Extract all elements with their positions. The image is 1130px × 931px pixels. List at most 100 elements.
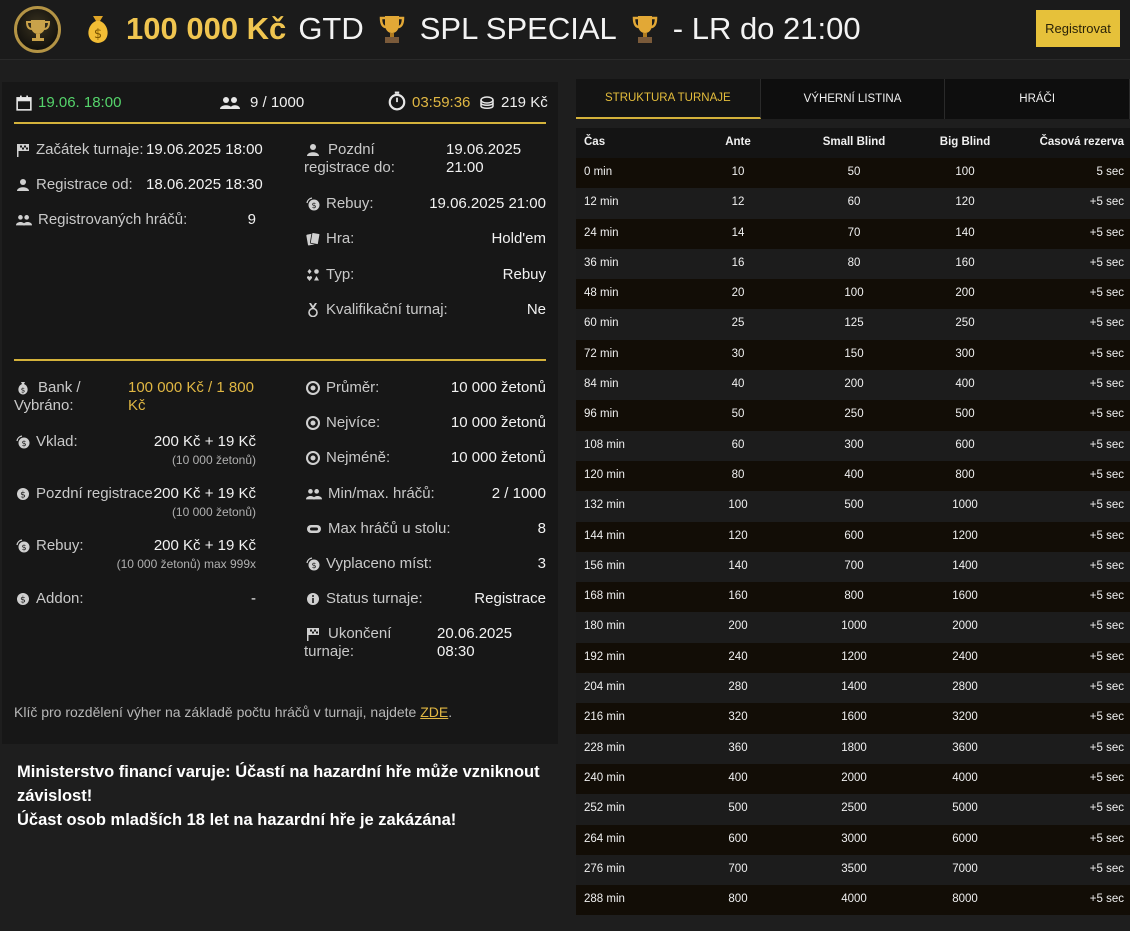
- coin-stack-icon: [480, 95, 494, 109]
- table-cell: 144 min: [584, 529, 625, 542]
- gtd-label: GTD: [298, 11, 364, 46]
- table-cell: 5 sec: [1096, 166, 1125, 178]
- table-row: 288 min 800 4000 8000 +5 sec: [576, 885, 1130, 916]
- bank-label: Bank / Vybráno:: [14, 379, 81, 414]
- table-cell: 600: [728, 832, 748, 845]
- table-cell: 120 min: [584, 468, 625, 481]
- table-cell: 216 min: [584, 711, 625, 724]
- rebuy-deadline-row: $ Rebuy:: [306, 195, 374, 213]
- table-cell: 84 min: [584, 378, 619, 391]
- table-cell: 160: [728, 590, 748, 603]
- table-cell: +5 sec: [1089, 771, 1124, 784]
- table-cell: +5 sec: [1089, 378, 1124, 391]
- trophy-logo-icon: [14, 6, 61, 53]
- table-cell: +5 sec: [1089, 287, 1124, 300]
- table-row: 144 min 120 600 1200 +5 sec: [576, 521, 1130, 552]
- game-value: Hold'em: [491, 230, 546, 247]
- tab-payouts[interactable]: VÝHERNÍ LISTINA: [760, 79, 946, 119]
- registration-from-row: Registrace od:: [16, 176, 133, 194]
- table-cell: 48 min: [584, 287, 619, 300]
- table-cell: +5 sec: [1089, 468, 1124, 481]
- table-row: 276 min 700 3500 7000 +5 sec: [576, 854, 1130, 886]
- svg-text:$: $: [311, 561, 316, 570]
- table-row: 108 min 60 300 600 +5 sec: [576, 430, 1130, 461]
- card-suits-icon: [306, 269, 319, 281]
- table-cell: 168 min: [584, 590, 625, 603]
- start-row: Začátek turnaje:: [16, 141, 144, 159]
- table-row: 168 min 160 800 1600 +5 sec: [576, 582, 1130, 613]
- trophy-icon: [376, 12, 408, 46]
- table-cell: 36 min: [584, 256, 619, 269]
- table-cell: 70: [847, 226, 861, 239]
- table-cell: 12 min: [584, 196, 619, 209]
- table-row: 180 min 200 1000 2000 +5 sec: [576, 612, 1130, 643]
- table-cell: 800: [728, 893, 748, 906]
- registered-players-value: 9: [247, 211, 256, 228]
- table-cell: +5 sec: [1089, 438, 1124, 451]
- table-cell: 100: [955, 166, 975, 178]
- register-button[interactable]: Registrovat: [1036, 10, 1120, 47]
- table-cell: +5 sec: [1089, 681, 1124, 694]
- table-cell: 125: [844, 317, 864, 330]
- table-cell: 204 min: [584, 681, 625, 694]
- stat-table-value: 8: [537, 520, 546, 537]
- table-cell: +5 sec: [1089, 862, 1124, 875]
- table-cell: 50: [847, 166, 861, 178]
- table-cell: 2400: [952, 650, 978, 663]
- table-cell: 3200: [952, 711, 978, 724]
- start-date: 19.06. 18:00: [16, 94, 121, 111]
- cards-icon: [306, 232, 320, 246]
- poker-table-icon: [307, 525, 321, 533]
- table-cell: +5 sec: [1089, 317, 1124, 330]
- table-cell: 80: [731, 468, 745, 481]
- table-cell: 250: [844, 408, 864, 421]
- table-cell: 60 min: [584, 317, 619, 330]
- table-cell: 6000: [952, 832, 978, 845]
- tab-structure[interactable]: STRUKTURA TURNAJE: [576, 79, 761, 119]
- table-cell: +5 sec: [1089, 741, 1124, 754]
- table-row: 264 min 600 3000 6000 +5 sec: [576, 824, 1130, 855]
- rebuy-deadline-value: 19.06.2025 21:00: [429, 195, 546, 212]
- table-cell: 2000: [841, 771, 867, 784]
- registered-players-row: Registrovaných hráčů:: [16, 211, 187, 229]
- table-cell: 1800: [841, 741, 867, 754]
- flag-icon: [17, 144, 29, 157]
- table-cell: 400: [955, 378, 975, 391]
- table-cell: 800: [844, 590, 864, 603]
- payout-key-link[interactable]: ZDE: [420, 704, 448, 720]
- users-icon: [306, 489, 322, 500]
- table-cell: 7000: [952, 862, 978, 875]
- table-row: 0 min 10 50 100 5 sec: [576, 158, 1130, 189]
- money-bag-icon: $: [82, 12, 114, 46]
- table-cell: 180 min: [584, 620, 625, 633]
- end-value: 20.06.2025 08:30: [437, 625, 513, 660]
- table-cell: 30: [731, 347, 745, 360]
- column-header: Small Blind: [822, 136, 886, 148]
- table-cell: 60: [731, 438, 745, 451]
- svg-text:$: $: [20, 491, 26, 501]
- table-cell: 1200: [841, 650, 867, 663]
- table-cell: 120: [955, 196, 975, 209]
- deposit-row: $ Vklad:: [16, 433, 78, 451]
- stat-players-row: Min/max. hráčů:: [306, 485, 435, 503]
- column-header: Ante: [725, 136, 751, 148]
- table-cell: 100: [728, 499, 748, 512]
- table-row: 84 min 40 200 400 +5 sec: [576, 370, 1130, 401]
- table-cell: 240: [728, 650, 748, 663]
- column-header: Big Blind: [939, 136, 991, 148]
- bank-value: 100 000 Kč / 1 800 Kč: [128, 379, 254, 414]
- tab-players[interactable]: HRÁČI: [945, 79, 1130, 119]
- tournament-name: SPL SPECIAL: [419, 11, 617, 46]
- table-cell: +5 sec: [1089, 559, 1124, 572]
- table-cell: 360: [728, 741, 748, 754]
- table-cell: 5000: [952, 802, 978, 815]
- table-cell: 108 min: [584, 438, 625, 451]
- table-row: 240 min 400 2000 4000 +5 sec: [576, 763, 1130, 795]
- table-cell: 4000: [841, 893, 867, 906]
- table-cell: 3500: [841, 862, 867, 875]
- table-row: 12 min 12 60 120 +5 sec: [576, 188, 1130, 219]
- table-cell: 0 min: [584, 166, 613, 178]
- prize-amount: 100 000 Kč: [126, 11, 287, 46]
- stat-min-value: 10 000 žetonů: [450, 449, 546, 466]
- addon-row: $ Addon:: [16, 590, 84, 608]
